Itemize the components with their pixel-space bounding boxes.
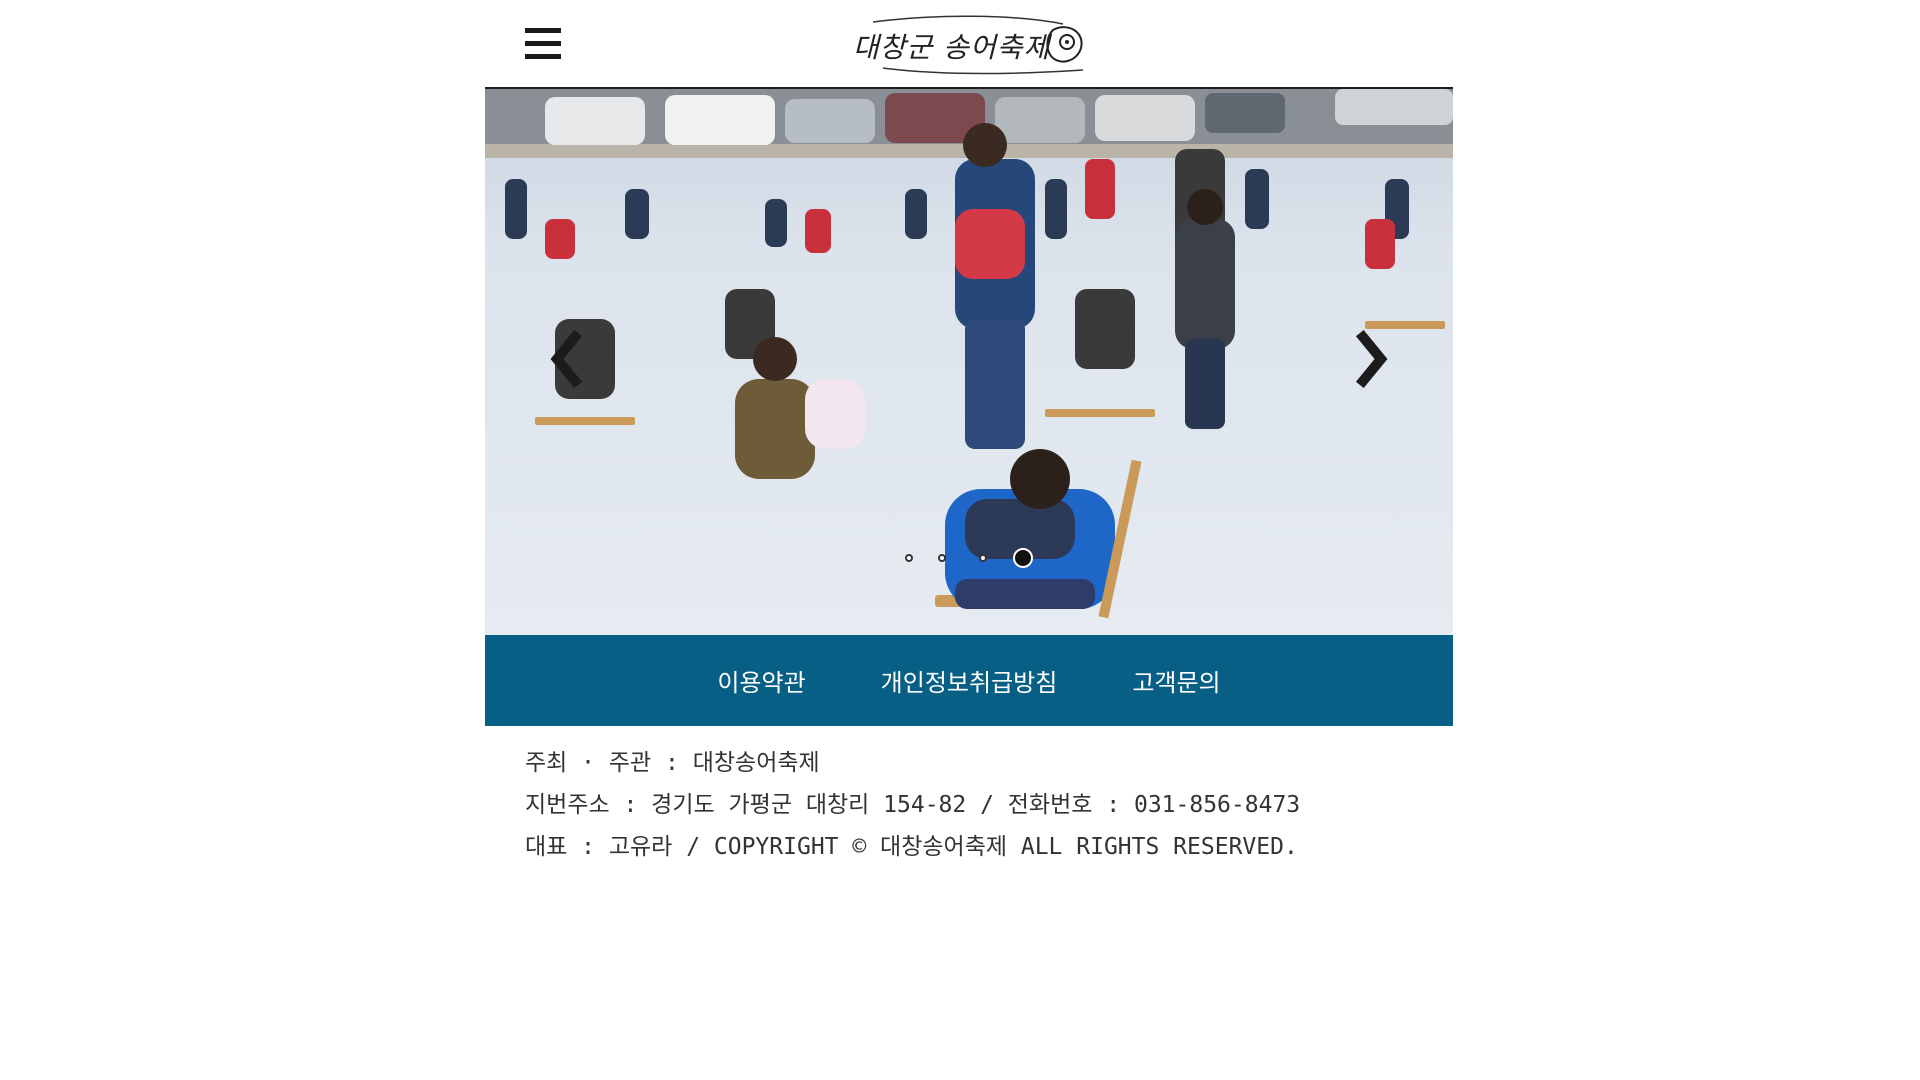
footer-link-terms[interactable]: 이용약관 (717, 663, 805, 698)
footer-info-address-phone: 지번주소 : 경기도 가평군 대창리 154-82 / 전화번호 : 031-8… (525, 792, 1301, 818)
slider-prev-button[interactable] (545, 329, 585, 389)
image-slider[interactable] (485, 89, 1453, 635)
header: 대창군 송어축제 (485, 0, 1453, 89)
footer-link-contact[interactable]: 고객문의 (1132, 663, 1220, 698)
footer-nav: 이용약관 개인정보취급방침 고객문의 (485, 635, 1453, 726)
slider-dot-3[interactable] (979, 554, 987, 562)
slider-dot-1[interactable] (905, 554, 913, 562)
chevron-left-icon (550, 329, 583, 389)
slider-next-button[interactable] (1353, 329, 1393, 389)
footer-link-privacy[interactable]: 개인정보취급방침 (881, 663, 1058, 698)
slider-pagination (905, 548, 1045, 572)
footer-info-organizer: 주최 · 주관 : 대창송어축제 (525, 750, 820, 776)
hamburger-menu-icon[interactable] (525, 28, 561, 60)
slider-dot-2[interactable] (938, 554, 946, 562)
site-logo[interactable]: 대창군 송어축제 (853, 12, 1089, 76)
fish-logo-icon (872, 15, 1084, 75)
footer-info-copyright: 대표 : 고유라 / COPYRIGHT © 대창송어축제 ALL RIGHTS… (525, 834, 1298, 860)
footer-info: 주최 · 주관 : 대창송어축제 지번주소 : 경기도 가평군 대창리 154-… (525, 742, 1425, 868)
chevron-right-icon (1355, 329, 1388, 389)
slider-dot-4-active[interactable] (1013, 548, 1033, 568)
page: 대창군 송어축제 이용약관 개인정보취급방침 고객문의 주최 · 주관: 대창… (485, 0, 1453, 1080)
